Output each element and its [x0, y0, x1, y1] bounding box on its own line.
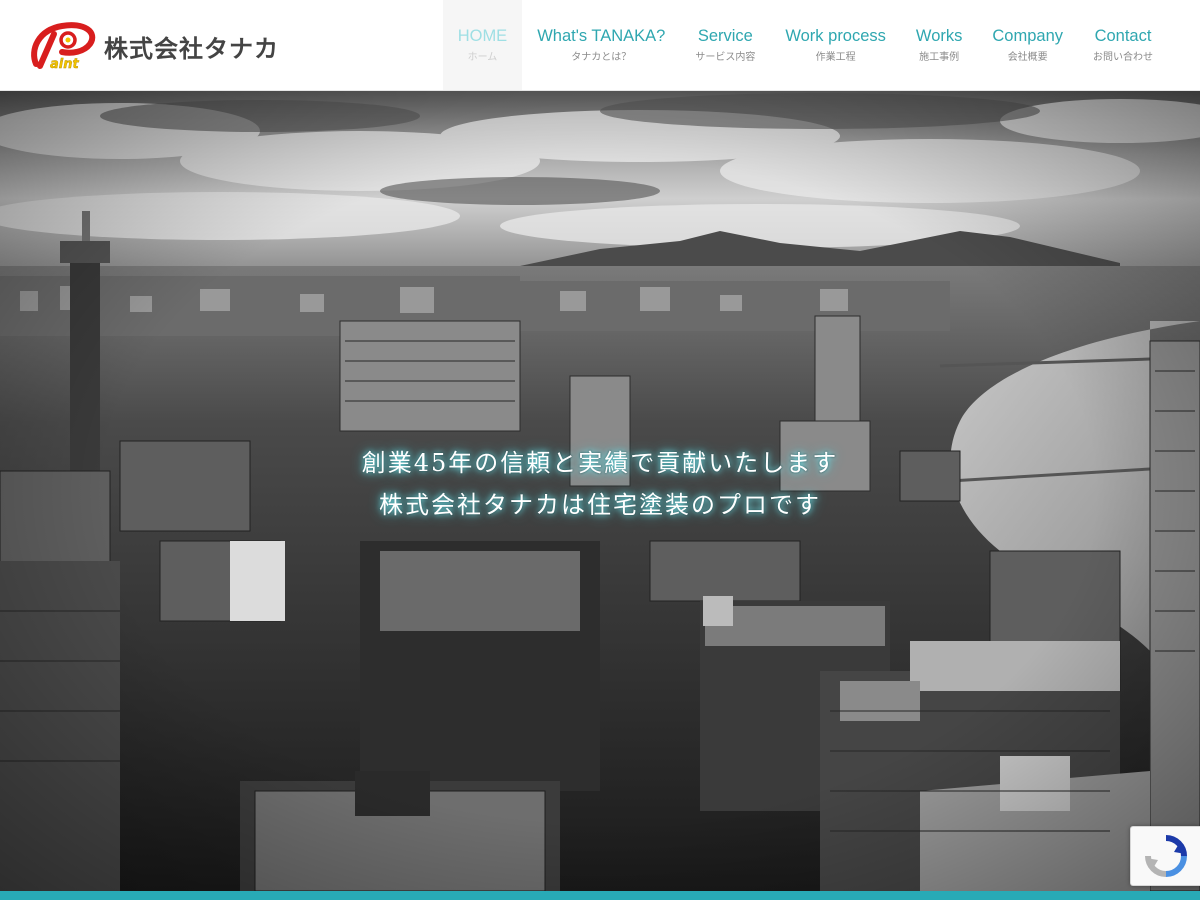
nav-label-en: Company: [992, 27, 1063, 45]
nav-label-jp: 会社概要: [1007, 52, 1048, 63]
paint-logo-icon: aint: [31, 22, 96, 72]
svg-text:aint: aint: [50, 57, 79, 72]
nav-company[interactable]: Company 会社概要: [977, 0, 1078, 90]
company-name: 株式会社タナカ: [104, 33, 279, 63]
main-nav: HOME ホーム What's TANAKA? タナカとは？ Service サ…: [442, 0, 1168, 90]
nav-label-en: Work process: [785, 27, 886, 45]
nav-label-jp: お問い合わせ: [1093, 52, 1153, 63]
nav-work-process[interactable]: Work process 作業工程: [770, 0, 901, 90]
nav-label-en: HOME: [457, 27, 508, 45]
hero-tagline-line2: 株式会社タナカは住宅塗装のプロです: [379, 491, 821, 519]
nav-home[interactable]: HOME ホーム: [442, 0, 523, 90]
hero-tagline-line1: 創業45年の信頼と実績で貢献いたします: [361, 449, 839, 477]
nav-label-jp: ホーム: [467, 52, 498, 63]
nav-label-en: What's TANAKA?: [537, 27, 666, 45]
nav-service[interactable]: Service サービス内容: [680, 0, 770, 90]
nav-label-en: Contact: [1094, 27, 1152, 45]
site-header: aint 株式会社タナカ HOME ホーム What's TANAKA? タナカ…: [0, 0, 1200, 91]
nav-label-jp: タナカとは？: [571, 52, 632, 63]
nav-label-jp: サービス内容: [695, 52, 756, 63]
recaptcha-badge[interactable]: [1130, 826, 1200, 886]
nav-label-en: Works: [915, 27, 963, 45]
nav-label-jp: 施工事例: [919, 52, 960, 63]
recaptcha-icon: [1144, 835, 1187, 877]
site-logo[interactable]: aint 株式会社タナカ: [28, 20, 279, 72]
nav-works[interactable]: Works 施工事例: [901, 0, 977, 90]
nav-whats-tanaka[interactable]: What's TANAKA? タナカとは？: [522, 0, 680, 90]
nav-label-en: Service: [697, 27, 753, 45]
nav-label-jp: 作業工程: [815, 52, 856, 63]
accent-bar: [0, 891, 1200, 900]
nav-contact[interactable]: Contact お問い合わせ: [1078, 0, 1168, 90]
hero-tagline: 創業45年の信頼と実績で貢献いたします 株式会社タナカは住宅塗装のプロです: [0, 442, 1200, 526]
hero-section: 創業45年の信頼と実績で貢献いたします 株式会社タナカは住宅塗装のプロです: [0, 91, 1200, 891]
